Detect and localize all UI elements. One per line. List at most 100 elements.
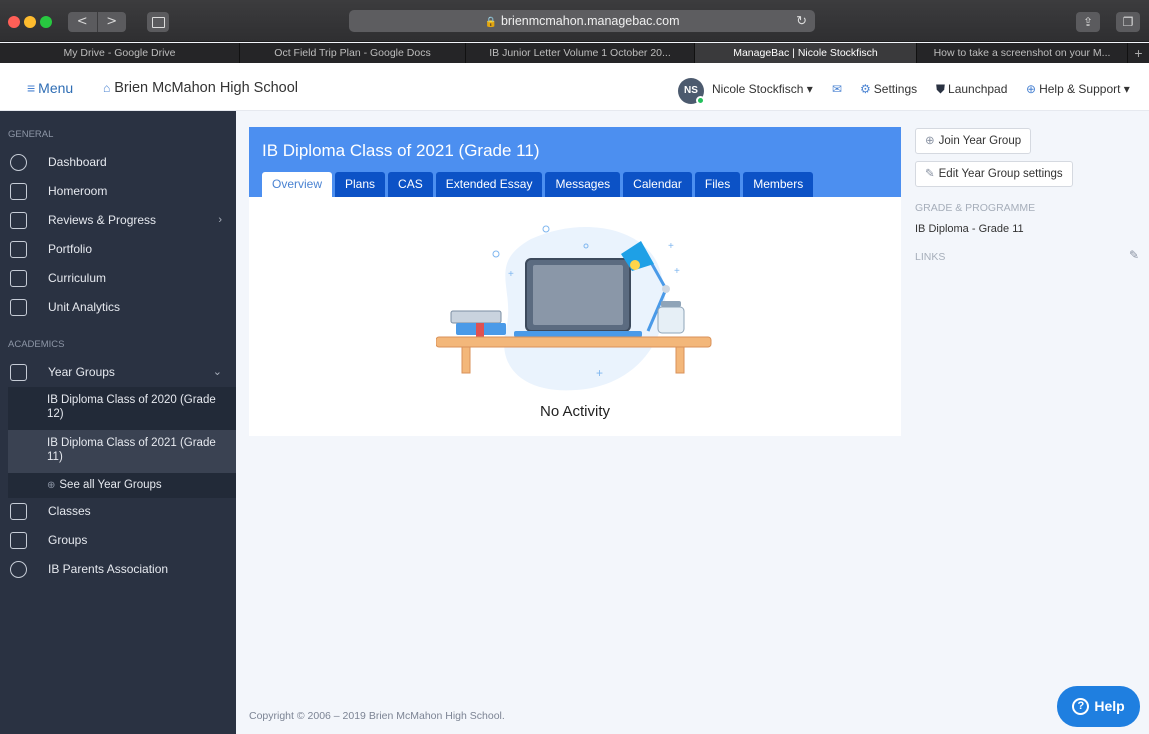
close-window-button[interactable]	[8, 16, 20, 28]
dashboard-icon	[10, 154, 27, 171]
sidebar-item-curriculum[interactable]: Curriculum	[0, 264, 236, 293]
book-icon	[10, 270, 27, 287]
sidebar-item-groups[interactable]: Groups	[0, 526, 236, 555]
tab-calendar[interactable]: Calendar	[623, 172, 692, 197]
menu-label: Menu	[38, 80, 74, 96]
browser-window: < > 🔒 brienmcmahon.managebac.com ↻ ⇪ ❐ My…	[0, 0, 1149, 734]
sidebar-section-academics: ACADEMICS	[8, 339, 65, 350]
sidebar-item-ib-parents-association[interactable]: IB Parents Association	[0, 555, 236, 584]
browser-tab[interactable]: IB Junior Letter Volume 1 October 20...	[466, 43, 695, 63]
caret-down-icon: ▾	[806, 82, 813, 96]
minimize-window-button[interactable]	[24, 16, 36, 28]
classes-icon	[10, 503, 27, 520]
menu-button[interactable]: ≡ Menu	[27, 80, 73, 96]
tab-files[interactable]: Files	[694, 172, 741, 197]
sidebar-section-general: GENERAL	[8, 129, 54, 140]
tab-extended-essay[interactable]: Extended Essay	[435, 172, 543, 197]
join-label: Join Year Group	[938, 135, 1022, 147]
browser-titlebar: < > 🔒 brienmcmahon.managebac.com ↻ ⇪ ❐	[0, 0, 1149, 42]
tabs-overview-icon[interactable]: ❐	[1116, 12, 1140, 32]
sidebar-item-label: Classes	[48, 504, 91, 518]
plus-circle-icon: ⊕	[925, 135, 935, 147]
online-status-icon	[696, 96, 705, 105]
forward-button[interactable]: >	[98, 12, 127, 32]
user-menu[interactable]: Nicole Stockfisch ▾	[712, 82, 813, 96]
help-label: Help	[1094, 698, 1125, 714]
svg-text:+: +	[596, 366, 603, 380]
chevron-down-icon: ⌄	[212, 366, 222, 378]
browser-tab[interactable]: How to take a screenshot on your M...	[917, 43, 1128, 63]
help-support-menu[interactable]: ⊕ Help & Support ▾	[1026, 82, 1130, 96]
sidebar-item-label: Unit Analytics	[48, 300, 121, 314]
school-home-link[interactable]: ⌂ Brien McMahon High School	[103, 80, 298, 96]
tab-members[interactable]: Members	[743, 172, 814, 197]
browser-tab[interactable]: Oct Field Trip Plan - Google Docs	[240, 43, 466, 63]
sidebar-item-dashboard[interactable]: Dashboard	[0, 148, 236, 177]
back-button[interactable]: <	[68, 12, 98, 32]
share-icon[interactable]: ⇪	[1076, 12, 1100, 32]
sidebar-item-classes[interactable]: Classes	[0, 497, 236, 526]
tab-messages[interactable]: Messages	[545, 172, 621, 197]
address-bar[interactable]: 🔒 brienmcmahon.managebac.com ↻	[349, 10, 815, 32]
zoom-window-button[interactable]	[40, 16, 52, 28]
empty-state-text: No Activity	[539, 403, 611, 420]
svg-text:+: +	[668, 241, 674, 252]
edit-year-group-settings-button[interactable]: ✎ Edit Year Group settings	[915, 161, 1073, 187]
sidebar-item-year-groups[interactable]: Year Groups ⌄	[0, 358, 236, 387]
sidebar-item-label: Homeroom	[48, 184, 108, 198]
sidebar-subitem-year-group-active[interactable]: IB Diploma Class of 2021 (Grade 11)	[8, 430, 236, 473]
caret-down-icon: ▾	[1123, 82, 1130, 96]
sidebar-item-homeroom[interactable]: Homeroom	[0, 177, 236, 206]
tab-plans[interactable]: Plans	[335, 172, 386, 197]
edit-label: Edit Year Group settings	[938, 168, 1063, 180]
sidebar-subitem-year-group[interactable]: IB Diploma Class of 2020 (Grade 12)	[8, 387, 236, 430]
top-navigation: ≡ Menu ⌂ Brien McMahon High School NS Nico…	[0, 63, 1149, 111]
see-all-year-groups-link[interactable]: ⊕ See all Year Groups	[8, 473, 236, 498]
browser-tab-active[interactable]: ManageBac | Nicole Stockfisch	[695, 43, 917, 63]
gear-icon: ⚙	[860, 82, 871, 96]
sidebar-item-label: Groups	[48, 533, 88, 547]
sidebar-item-reviews-progress[interactable]: Reviews & Progress ›	[0, 206, 236, 235]
new-tab-button[interactable]: +	[1128, 43, 1149, 63]
launchpad-link[interactable]: ⛊ Launchpad	[936, 82, 1007, 97]
chart-icon	[10, 212, 27, 229]
avatar-initials: NS	[684, 85, 698, 96]
edit-links-pencil-icon[interactable]: ✎	[1129, 248, 1139, 262]
settings-label: Settings	[873, 82, 918, 96]
settings-link[interactable]: ⚙ Settings	[860, 82, 917, 96]
history-nav: < >	[68, 12, 126, 32]
sidebar-item-label: Reviews & Progress	[48, 213, 157, 227]
mail-icon[interactable]: ✉	[832, 82, 845, 96]
empty-desk-illustration: + + + +	[436, 225, 712, 391]
grade-programme-label: GRADE & PROGRAMME	[915, 202, 1036, 214]
reload-icon[interactable]: ↻	[796, 10, 807, 32]
tab-overview[interactable]: Overview	[262, 172, 333, 197]
launchpad-label: Launchpad	[948, 82, 1008, 96]
sidebar: GENERAL Dashboard Homeroom Reviews & Pro…	[0, 111, 236, 734]
sidebar-item-portfolio[interactable]: Portfolio	[0, 235, 236, 264]
join-year-group-button[interactable]: ⊕ Join Year Group	[915, 128, 1032, 154]
pencil-icon: ✎	[925, 168, 935, 180]
sidebar-item-label: Year Groups	[48, 365, 115, 379]
card-header: IB Diploma Class of 2021 (Grade 11) Over…	[249, 127, 901, 197]
portfolio-icon	[10, 241, 27, 258]
lifebuoy-icon: ⊕	[1026, 82, 1037, 96]
see-all-label: See all Year Groups	[59, 479, 162, 491]
year-groups-icon	[10, 364, 27, 381]
footer-copyright: Copyright © 2006 – 2019 Brien McMahon Hi…	[249, 710, 505, 722]
homeroom-icon	[10, 183, 27, 200]
sidebar-item-unit-analytics[interactable]: Unit Analytics	[0, 293, 236, 322]
tab-cas[interactable]: CAS	[388, 172, 433, 197]
year-group-tabs: Overview Plans CAS Extended Essay Messag…	[262, 172, 814, 197]
help-button[interactable]: ? Help	[1057, 686, 1140, 727]
help-support-label: Help & Support	[1039, 82, 1121, 96]
school-name: Brien McMahon High School	[114, 80, 299, 96]
grade-programme-value: IB Diploma - Grade 11	[915, 223, 1024, 235]
plus-circle-icon: ⊕	[47, 480, 56, 491]
people-icon	[10, 561, 27, 578]
sidebar-item-label: IB Parents Association	[48, 562, 169, 576]
avatar[interactable]: NS	[678, 78, 705, 105]
sidebar-toggle-icon[interactable]	[147, 12, 169, 32]
browser-tab[interactable]: My Drive - Google Drive	[0, 43, 240, 63]
sidebar-item-label: Curriculum	[48, 271, 107, 285]
